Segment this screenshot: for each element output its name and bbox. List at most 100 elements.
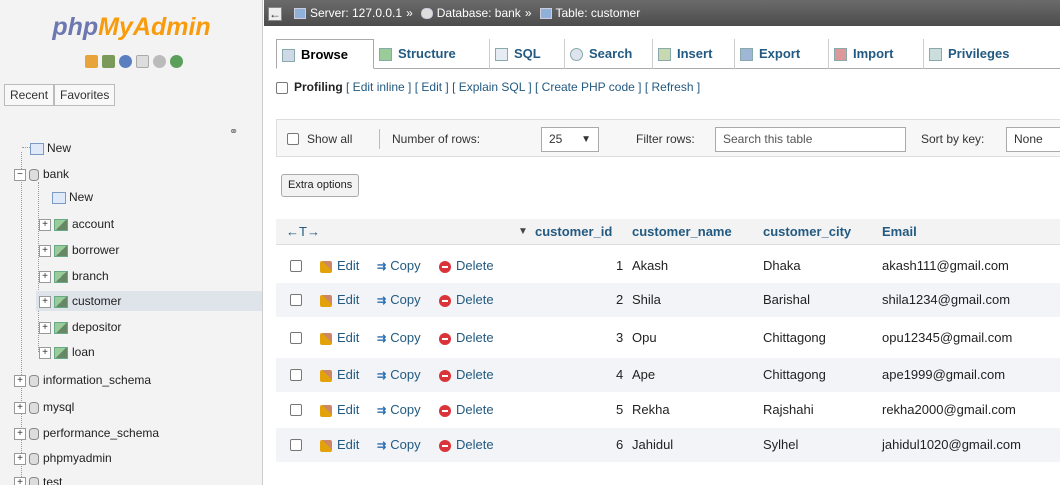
- expand-icon[interactable]: +: [14, 427, 26, 440]
- row-checkbox[interactable]: [290, 260, 302, 272]
- tab-export[interactable]: Export: [735, 39, 829, 69]
- sort-arrow-icon[interactable]: ▼: [518, 219, 528, 245]
- cell-email[interactable]: shila1234@gmail.com: [882, 283, 1010, 317]
- cell-email[interactable]: jahidul1020@gmail.com: [882, 428, 1021, 462]
- link-with-main-icon[interactable]: ⚭: [229, 125, 238, 138]
- column-header-email[interactable]: Email: [882, 219, 917, 245]
- cell-customer-city[interactable]: Rajshahi: [763, 393, 814, 427]
- breadcrumb-table[interactable]: Table: customer: [556, 6, 641, 20]
- tab-structure[interactable]: Structure: [374, 39, 490, 69]
- copy-button[interactable]: ⇉ Copy: [377, 321, 421, 355]
- tree-item-bank-new[interactable]: New: [52, 187, 93, 207]
- tree-db-information-schema[interactable]: + information_schema: [14, 370, 151, 390]
- cell-customer-name[interactable]: Akash: [632, 249, 668, 283]
- delete-button[interactable]: Delete: [439, 428, 494, 462]
- phpmyadmin-logo[interactable]: phpMyAdmin: [0, 12, 262, 42]
- tree-table-borrower[interactable]: + borrower: [36, 240, 262, 260]
- tree-table-loan[interactable]: + loan: [36, 342, 262, 362]
- tab-privileges[interactable]: Privileges: [924, 39, 1060, 69]
- edit-button[interactable]: Edit: [320, 393, 359, 427]
- row-checkbox[interactable]: [290, 369, 302, 381]
- delete-button[interactable]: Delete: [439, 393, 494, 427]
- cell-customer-city[interactable]: Chittagong: [763, 321, 826, 355]
- cell-customer-name[interactable]: Rekha: [632, 393, 670, 427]
- column-resize-arrows[interactable]: ←T→: [286, 219, 320, 245]
- tree-table-depositor[interactable]: + depositor: [36, 317, 262, 337]
- reload-icon[interactable]: [170, 55, 183, 68]
- delete-button[interactable]: Delete: [439, 321, 494, 355]
- delete-button[interactable]: Delete: [439, 249, 494, 283]
- row-checkbox[interactable]: [290, 332, 302, 344]
- cell-email[interactable]: opu12345@gmail.com: [882, 321, 1012, 355]
- expand-icon[interactable]: +: [14, 452, 26, 465]
- query-action-links[interactable]: [ Edit inline ] [ Edit ] [ Explain SQL ]…: [346, 80, 700, 94]
- row-checkbox[interactable]: [290, 439, 302, 451]
- expand-icon[interactable]: +: [14, 476, 26, 485]
- breadcrumb-server[interactable]: Server: 127.0.0.1: [310, 6, 402, 20]
- expand-icon[interactable]: +: [39, 295, 51, 308]
- copy-button[interactable]: ⇉ Copy: [377, 283, 421, 317]
- cell-email[interactable]: akash111@gmail.com: [882, 249, 1009, 283]
- expand-icon[interactable]: +: [39, 270, 51, 283]
- edit-button[interactable]: Edit: [320, 358, 359, 392]
- cell-email[interactable]: rekha2000@gmail.com: [882, 393, 1016, 427]
- home-icon[interactable]: [85, 55, 98, 68]
- settings-icon[interactable]: [153, 55, 166, 68]
- edit-button[interactable]: Edit: [320, 249, 359, 283]
- collapse-panel-icon[interactable]: ←: [268, 6, 282, 21]
- cell-customer-name[interactable]: Jahidul: [632, 428, 673, 462]
- help-icon[interactable]: [119, 55, 132, 68]
- delete-button[interactable]: Delete: [439, 283, 494, 317]
- copy-button[interactable]: ⇉ Copy: [377, 249, 421, 283]
- collapse-icon[interactable]: −: [14, 168, 26, 181]
- cell-customer-id[interactable]: 3: [616, 321, 623, 355]
- favorites-tab-button[interactable]: Favorites: [54, 84, 116, 106]
- cell-customer-name[interactable]: Ape: [632, 358, 655, 392]
- cell-customer-name[interactable]: Shila: [632, 283, 661, 317]
- cell-customer-city[interactable]: Sylhel: [763, 428, 798, 462]
- tab-browse[interactable]: Browse: [276, 39, 374, 69]
- show-all-checkbox[interactable]: [287, 133, 299, 145]
- copy-button[interactable]: ⇉ Copy: [377, 393, 421, 427]
- tree-table-account[interactable]: + account: [36, 214, 262, 234]
- tree-item-bank[interactable]: − bank: [14, 164, 69, 184]
- copy-button[interactable]: ⇉ Copy: [377, 358, 421, 392]
- column-header-customer-name[interactable]: customer_name: [632, 219, 732, 245]
- edit-button[interactable]: Edit: [320, 428, 359, 462]
- tab-sql[interactable]: SQL: [490, 39, 565, 69]
- expand-icon[interactable]: +: [39, 244, 51, 257]
- expand-icon[interactable]: +: [14, 401, 26, 414]
- column-header-customer-id[interactable]: customer_id: [535, 219, 612, 245]
- expand-icon[interactable]: +: [39, 218, 51, 231]
- tab-import[interactable]: Import: [829, 39, 924, 69]
- cell-customer-city[interactable]: Dhaka: [763, 249, 801, 283]
- extra-options-button[interactable]: Extra options: [281, 174, 360, 197]
- sort-by-key-select[interactable]: None: [1006, 127, 1060, 152]
- cell-customer-name[interactable]: Opu: [632, 321, 657, 355]
- row-checkbox[interactable]: [290, 404, 302, 416]
- cell-customer-id[interactable]: 6: [616, 428, 623, 462]
- cell-customer-id[interactable]: 4: [616, 358, 623, 392]
- tab-search[interactable]: Search: [565, 39, 653, 69]
- number-of-rows-select[interactable]: 25 ▼: [541, 127, 599, 152]
- expand-icon[interactable]: +: [39, 346, 51, 359]
- profiling-checkbox[interactable]: [276, 81, 288, 94]
- tree-table-branch[interactable]: + branch: [36, 266, 262, 286]
- cell-customer-city[interactable]: Barishal: [763, 283, 810, 317]
- expand-icon[interactable]: +: [39, 321, 51, 334]
- tree-db-mysql[interactable]: + mysql: [14, 397, 74, 417]
- edit-button[interactable]: Edit: [320, 321, 359, 355]
- tree-item-new[interactable]: New: [30, 138, 71, 158]
- breadcrumb-database[interactable]: Database: bank: [437, 6, 521, 20]
- tree-db-phpmyadmin[interactable]: + phpmyadmin: [14, 448, 112, 468]
- cell-customer-id[interactable]: 5: [616, 393, 623, 427]
- tree-db-test[interactable]: + test: [14, 472, 62, 485]
- tree-db-performance-schema[interactable]: + performance_schema: [14, 423, 159, 443]
- tree-table-customer[interactable]: + customer: [36, 291, 262, 311]
- copy-button[interactable]: ⇉ Copy: [377, 428, 421, 462]
- cell-customer-city[interactable]: Chittagong: [763, 358, 826, 392]
- logout-icon[interactable]: [102, 55, 115, 68]
- edit-button[interactable]: Edit: [320, 283, 359, 317]
- cell-customer-id[interactable]: 1: [616, 249, 623, 283]
- expand-icon[interactable]: +: [14, 374, 26, 387]
